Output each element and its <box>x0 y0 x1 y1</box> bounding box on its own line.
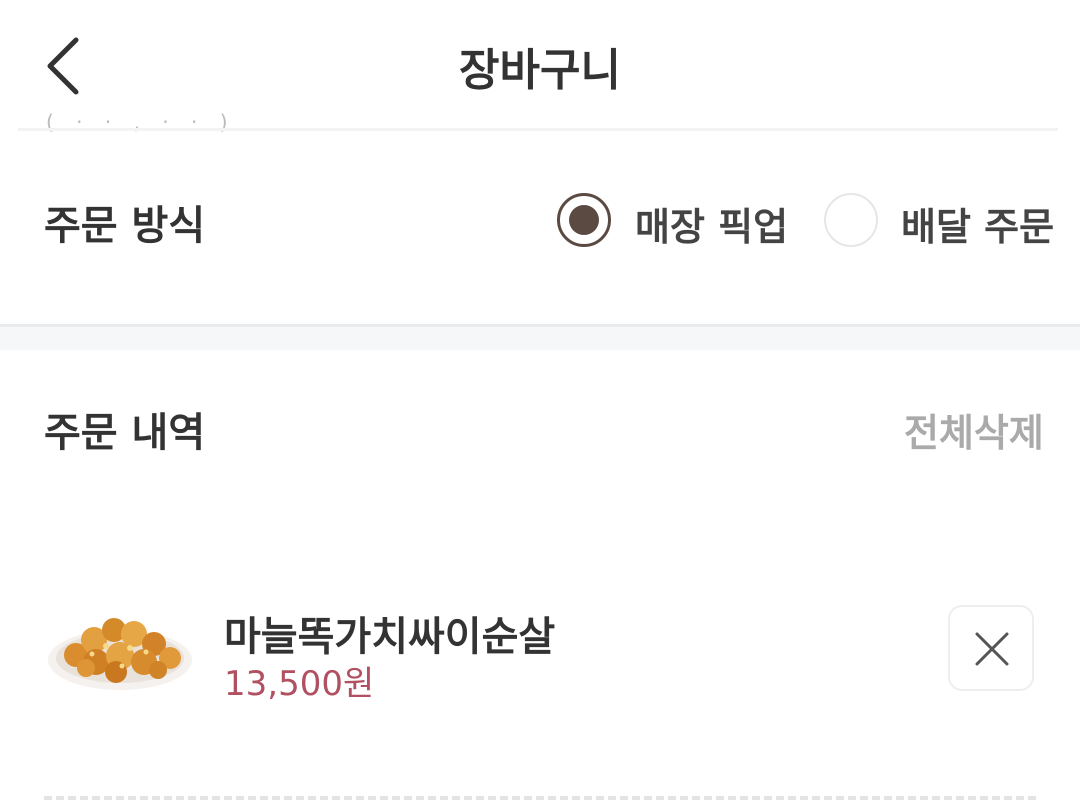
order-history-title: 주문 내역 <box>44 410 206 456</box>
remove-item-button[interactable] <box>948 605 1034 691</box>
pickup-label[interactable]: 매장 픽업 <box>635 196 788 251</box>
item-name: 마늘똑가치싸이순살 <box>224 614 556 660</box>
delivery-radio[interactable] <box>824 193 878 247</box>
section-divider <box>0 324 1080 350</box>
fried-chicken-image <box>48 618 192 690</box>
delivery-label[interactable]: 배달 주문 <box>901 196 1054 251</box>
pickup-radio[interactable] <box>557 193 611 247</box>
close-icon <box>975 632 1009 666</box>
item-price: 13,500원 <box>224 664 375 704</box>
header-divider <box>18 128 1058 131</box>
page-title: 장바구니 <box>459 45 621 96</box>
header: 장바구니 ( · · , · · ) <box>0 0 1080 134</box>
cart-page: 장바구니 ( · · , · · ) 주문 방식 매장 픽업 배달 주문 주문 … <box>0 0 1080 800</box>
radio-selected-dot <box>569 205 599 235</box>
dashed-divider <box>44 796 1036 800</box>
order-method-title: 주문 방식 <box>44 203 206 249</box>
delete-all-button[interactable]: 전체삭제 <box>904 402 1044 457</box>
